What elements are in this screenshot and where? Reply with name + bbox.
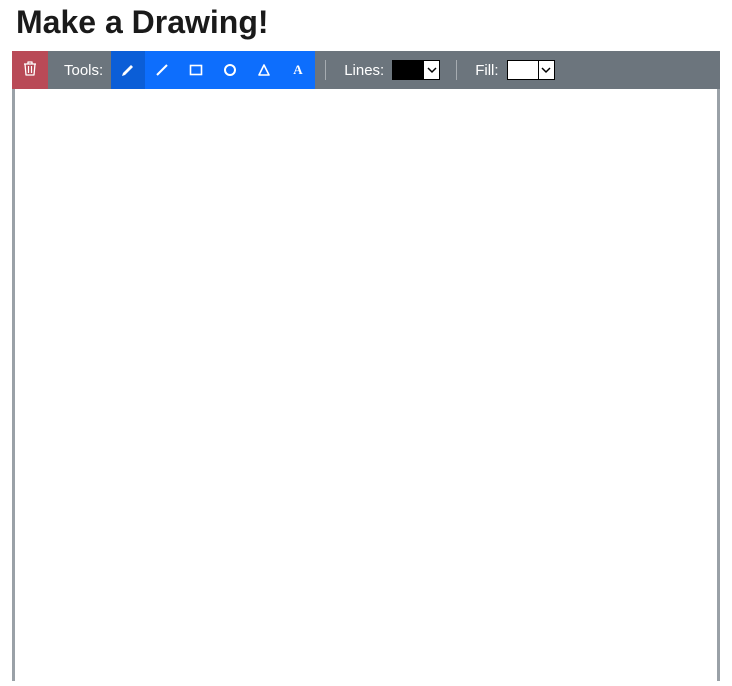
line-color-select[interactable] xyxy=(392,60,440,80)
circle-icon xyxy=(222,62,238,78)
tools-label: Tools: xyxy=(48,62,111,79)
tool-pencil[interactable] xyxy=(111,51,145,89)
tool-line[interactable] xyxy=(145,51,179,89)
toolbar: Tools: xyxy=(12,51,720,89)
page-title: Make a Drawing! xyxy=(16,4,720,41)
tool-circle[interactable] xyxy=(213,51,247,89)
chevron-down-icon xyxy=(538,61,554,79)
svg-text:A: A xyxy=(293,62,303,77)
tool-text[interactable]: A xyxy=(281,51,315,89)
tool-triangle[interactable] xyxy=(247,51,281,89)
tool-rectangle[interactable] xyxy=(179,51,213,89)
drawing-canvas[interactable] xyxy=(12,89,720,681)
trash-icon xyxy=(23,60,37,80)
tool-group: A xyxy=(111,51,315,89)
delete-button[interactable] xyxy=(12,51,48,89)
pencil-icon xyxy=(120,62,136,78)
divider xyxy=(325,60,326,80)
line-color-swatch xyxy=(393,61,423,79)
fill-color-select[interactable] xyxy=(507,60,555,80)
divider xyxy=(456,60,457,80)
triangle-icon xyxy=(256,62,272,78)
fill-color-swatch xyxy=(508,61,538,79)
fill-label: Fill: xyxy=(459,62,506,79)
lines-label: Lines: xyxy=(328,62,392,79)
line-icon xyxy=(154,62,170,78)
chevron-down-icon xyxy=(423,61,439,79)
text-icon: A xyxy=(290,62,306,78)
rectangle-icon xyxy=(188,62,204,78)
